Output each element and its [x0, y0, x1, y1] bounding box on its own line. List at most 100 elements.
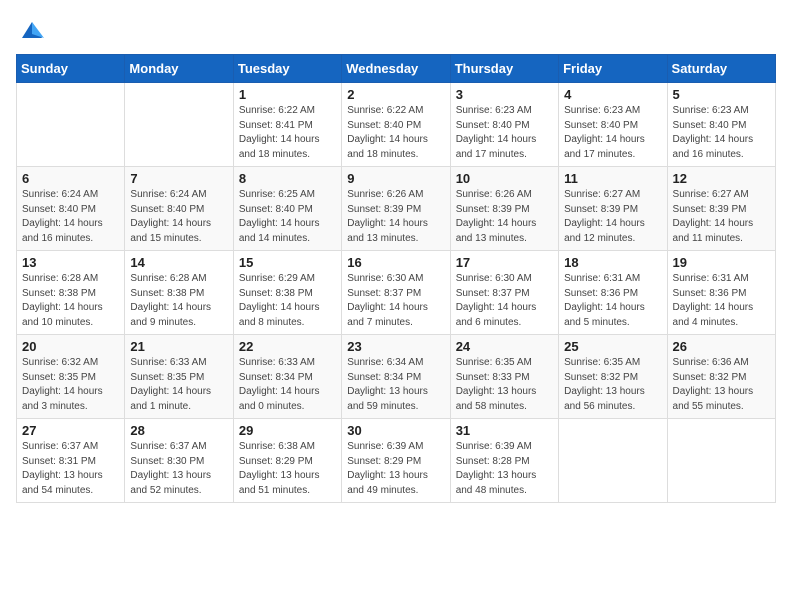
day-info: Sunrise: 6:25 AM Sunset: 8:40 PM Dayligh…	[239, 188, 336, 246]
day-info: Sunrise: 6:26 AM Sunset: 8:39 PM Dayligh…	[456, 188, 553, 246]
day-number: 7	[130, 171, 227, 186]
day-info: Sunrise: 6:24 AM Sunset: 8:40 PM Dayligh…	[130, 188, 227, 246]
calendar-day-header: Friday	[559, 55, 667, 83]
day-number: 11	[564, 171, 661, 186]
day-number: 21	[130, 339, 227, 354]
calendar-day-header: Saturday	[667, 55, 775, 83]
calendar-cell: 8 Sunrise: 6:25 AM Sunset: 8:40 PM Daylig…	[233, 167, 341, 251]
calendar-cell: 9Sunrise: 6:26 AM Sunset: 8:39 PM Daylig…	[342, 167, 450, 251]
day-number: 20	[22, 339, 119, 354]
day-info: Sunrise: 6:35 AM Sunset: 8:33 PM Dayligh…	[456, 356, 553, 414]
day-info: Sunrise: 6:22 AM Sunset: 8:41 PM Dayligh…	[239, 104, 336, 162]
calendar-cell: 10 Sunrise: 6:26 AM Sunset: 8:39 PM Dayli…	[450, 167, 558, 251]
calendar-week-row: 20 Sunrise: 6:32 AM Sunset: 8:35 PM Dayli…	[17, 335, 776, 419]
calendar-cell: 26Sunrise: 6:36 AM Sunset: 8:32 PM Dayli…	[667, 335, 775, 419]
calendar-cell: 4 Sunrise: 6:23 AM Sunset: 8:40 PM Daylig…	[559, 83, 667, 167]
calendar-cell: 11 Sunrise: 6:27 AM Sunset: 8:39 PM Dayli…	[559, 167, 667, 251]
calendar-day-header: Thursday	[450, 55, 558, 83]
day-info: Sunrise: 6:33 AM Sunset: 8:34 PM Dayligh…	[239, 356, 336, 414]
day-info: Sunrise: 6:28 AM Sunset: 8:38 PM Dayligh…	[22, 272, 119, 330]
day-info: Sunrise: 6:37 AM Sunset: 8:30 PM Dayligh…	[130, 440, 227, 498]
day-info: Sunrise: 6:28 AM Sunset: 8:38 PM Dayligh…	[130, 272, 227, 330]
day-number: 19	[673, 255, 770, 270]
day-info: Sunrise: 6:22 AM Sunset: 8:40 PM Dayligh…	[347, 104, 444, 162]
calendar-cell: 1 Sunrise: 6:22 AM Sunset: 8:41 PM Daylig…	[233, 83, 341, 167]
calendar-cell: 2 Sunrise: 6:22 AM Sunset: 8:40 PM Daylig…	[342, 83, 450, 167]
day-info: Sunrise: 6:27 AM Sunset: 8:39 PM Dayligh…	[673, 188, 770, 246]
calendar-cell: 22 Sunrise: 6:33 AM Sunset: 8:34 PM Dayli…	[233, 335, 341, 419]
day-number: 27	[22, 423, 119, 438]
calendar-cell: 27Sunrise: 6:37 AM Sunset: 8:31 PM Dayli…	[17, 419, 125, 503]
calendar-table: SundayMondayTuesdayWednesdayThursdayFrid…	[16, 54, 776, 503]
day-info: Sunrise: 6:38 AM Sunset: 8:29 PM Dayligh…	[239, 440, 336, 498]
calendar-cell: 31 Sunrise: 6:39 AM Sunset: 8:28 PM Dayli…	[450, 419, 558, 503]
calendar-cell: 24 Sunrise: 6:35 AM Sunset: 8:33 PM Dayli…	[450, 335, 558, 419]
day-number: 22	[239, 339, 336, 354]
calendar-day-header: Monday	[125, 55, 233, 83]
day-number: 31	[456, 423, 553, 438]
calendar-cell: 15 Sunrise: 6:29 AM Sunset: 8:38 PM Dayli…	[233, 251, 341, 335]
day-info: Sunrise: 6:29 AM Sunset: 8:38 PM Dayligh…	[239, 272, 336, 330]
day-number: 15	[239, 255, 336, 270]
calendar-week-row: 6Sunrise: 6:24 AM Sunset: 8:40 PM Daylig…	[17, 167, 776, 251]
day-info: Sunrise: 6:39 AM Sunset: 8:28 PM Dayligh…	[456, 440, 553, 498]
day-info: Sunrise: 6:23 AM Sunset: 8:40 PM Dayligh…	[673, 104, 770, 162]
day-info: Sunrise: 6:33 AM Sunset: 8:35 PM Dayligh…	[130, 356, 227, 414]
day-number: 4	[564, 87, 661, 102]
day-info: Sunrise: 6:23 AM Sunset: 8:40 PM Dayligh…	[564, 104, 661, 162]
day-number: 28	[130, 423, 227, 438]
calendar-cell: 30 Sunrise: 6:39 AM Sunset: 8:29 PM Dayli…	[342, 419, 450, 503]
day-info: Sunrise: 6:30 AM Sunset: 8:37 PM Dayligh…	[347, 272, 444, 330]
day-number: 14	[130, 255, 227, 270]
calendar-week-row: 13 Sunrise: 6:28 AM Sunset: 8:38 PM Dayli…	[17, 251, 776, 335]
day-number: 16	[347, 255, 444, 270]
day-info: Sunrise: 6:39 AM Sunset: 8:29 PM Dayligh…	[347, 440, 444, 498]
day-info: Sunrise: 6:27 AM Sunset: 8:39 PM Dayligh…	[564, 188, 661, 246]
day-number: 24	[456, 339, 553, 354]
calendar-day-header: Sunday	[17, 55, 125, 83]
day-number: 26	[673, 339, 770, 354]
day-info: Sunrise: 6:24 AM Sunset: 8:40 PM Dayligh…	[22, 188, 119, 246]
day-info: Sunrise: 6:30 AM Sunset: 8:37 PM Dayligh…	[456, 272, 553, 330]
day-info: Sunrise: 6:32 AM Sunset: 8:35 PM Dayligh…	[22, 356, 119, 414]
calendar-cell	[559, 419, 667, 503]
day-info: Sunrise: 6:31 AM Sunset: 8:36 PM Dayligh…	[673, 272, 770, 330]
day-info: Sunrise: 6:26 AM Sunset: 8:39 PM Dayligh…	[347, 188, 444, 246]
day-number: 23	[347, 339, 444, 354]
calendar-day-header: Tuesday	[233, 55, 341, 83]
day-number: 2	[347, 87, 444, 102]
calendar-cell: 12 Sunrise: 6:27 AM Sunset: 8:39 PM Dayli…	[667, 167, 775, 251]
calendar-cell: 28 Sunrise: 6:37 AM Sunset: 8:30 PM Dayli…	[125, 419, 233, 503]
calendar-week-row: 1 Sunrise: 6:22 AM Sunset: 8:41 PM Daylig…	[17, 83, 776, 167]
calendar-cell: 17Sunrise: 6:30 AM Sunset: 8:37 PM Dayli…	[450, 251, 558, 335]
calendar-cell: 6Sunrise: 6:24 AM Sunset: 8:40 PM Daylig…	[17, 167, 125, 251]
day-info: Sunrise: 6:23 AM Sunset: 8:40 PM Dayligh…	[456, 104, 553, 162]
calendar-cell: 20 Sunrise: 6:32 AM Sunset: 8:35 PM Dayli…	[17, 335, 125, 419]
day-info: Sunrise: 6:35 AM Sunset: 8:32 PM Dayligh…	[564, 356, 661, 414]
logo	[16, 16, 46, 44]
calendar-cell: 29Sunrise: 6:38 AM Sunset: 8:29 PM Dayli…	[233, 419, 341, 503]
calendar-cell: 7 Sunrise: 6:24 AM Sunset: 8:40 PM Daylig…	[125, 167, 233, 251]
calendar-cell: 19 Sunrise: 6:31 AM Sunset: 8:36 PM Dayli…	[667, 251, 775, 335]
day-info: Sunrise: 6:34 AM Sunset: 8:34 PM Dayligh…	[347, 356, 444, 414]
day-number: 5	[673, 87, 770, 102]
day-number: 3	[456, 87, 553, 102]
calendar-cell: 3 Sunrise: 6:23 AM Sunset: 8:40 PM Daylig…	[450, 83, 558, 167]
day-number: 30	[347, 423, 444, 438]
day-number: 1	[239, 87, 336, 102]
calendar-cell: 18 Sunrise: 6:31 AM Sunset: 8:36 PM Dayli…	[559, 251, 667, 335]
calendar-cell: 5 Sunrise: 6:23 AM Sunset: 8:40 PM Daylig…	[667, 83, 775, 167]
day-number: 8	[239, 171, 336, 186]
calendar-week-row: 27Sunrise: 6:37 AM Sunset: 8:31 PM Dayli…	[17, 419, 776, 503]
calendar-cell: 13 Sunrise: 6:28 AM Sunset: 8:38 PM Dayli…	[17, 251, 125, 335]
day-info: Sunrise: 6:31 AM Sunset: 8:36 PM Dayligh…	[564, 272, 661, 330]
day-number: 10	[456, 171, 553, 186]
calendar-cell	[667, 419, 775, 503]
day-number: 12	[673, 171, 770, 186]
calendar-cell: 23 Sunrise: 6:34 AM Sunset: 8:34 PM Dayli…	[342, 335, 450, 419]
day-number: 25	[564, 339, 661, 354]
calendar-cell: 14 Sunrise: 6:28 AM Sunset: 8:38 PM Dayli…	[125, 251, 233, 335]
calendar-cell: 21 Sunrise: 6:33 AM Sunset: 8:35 PM Dayli…	[125, 335, 233, 419]
day-number: 18	[564, 255, 661, 270]
day-number: 13	[22, 255, 119, 270]
